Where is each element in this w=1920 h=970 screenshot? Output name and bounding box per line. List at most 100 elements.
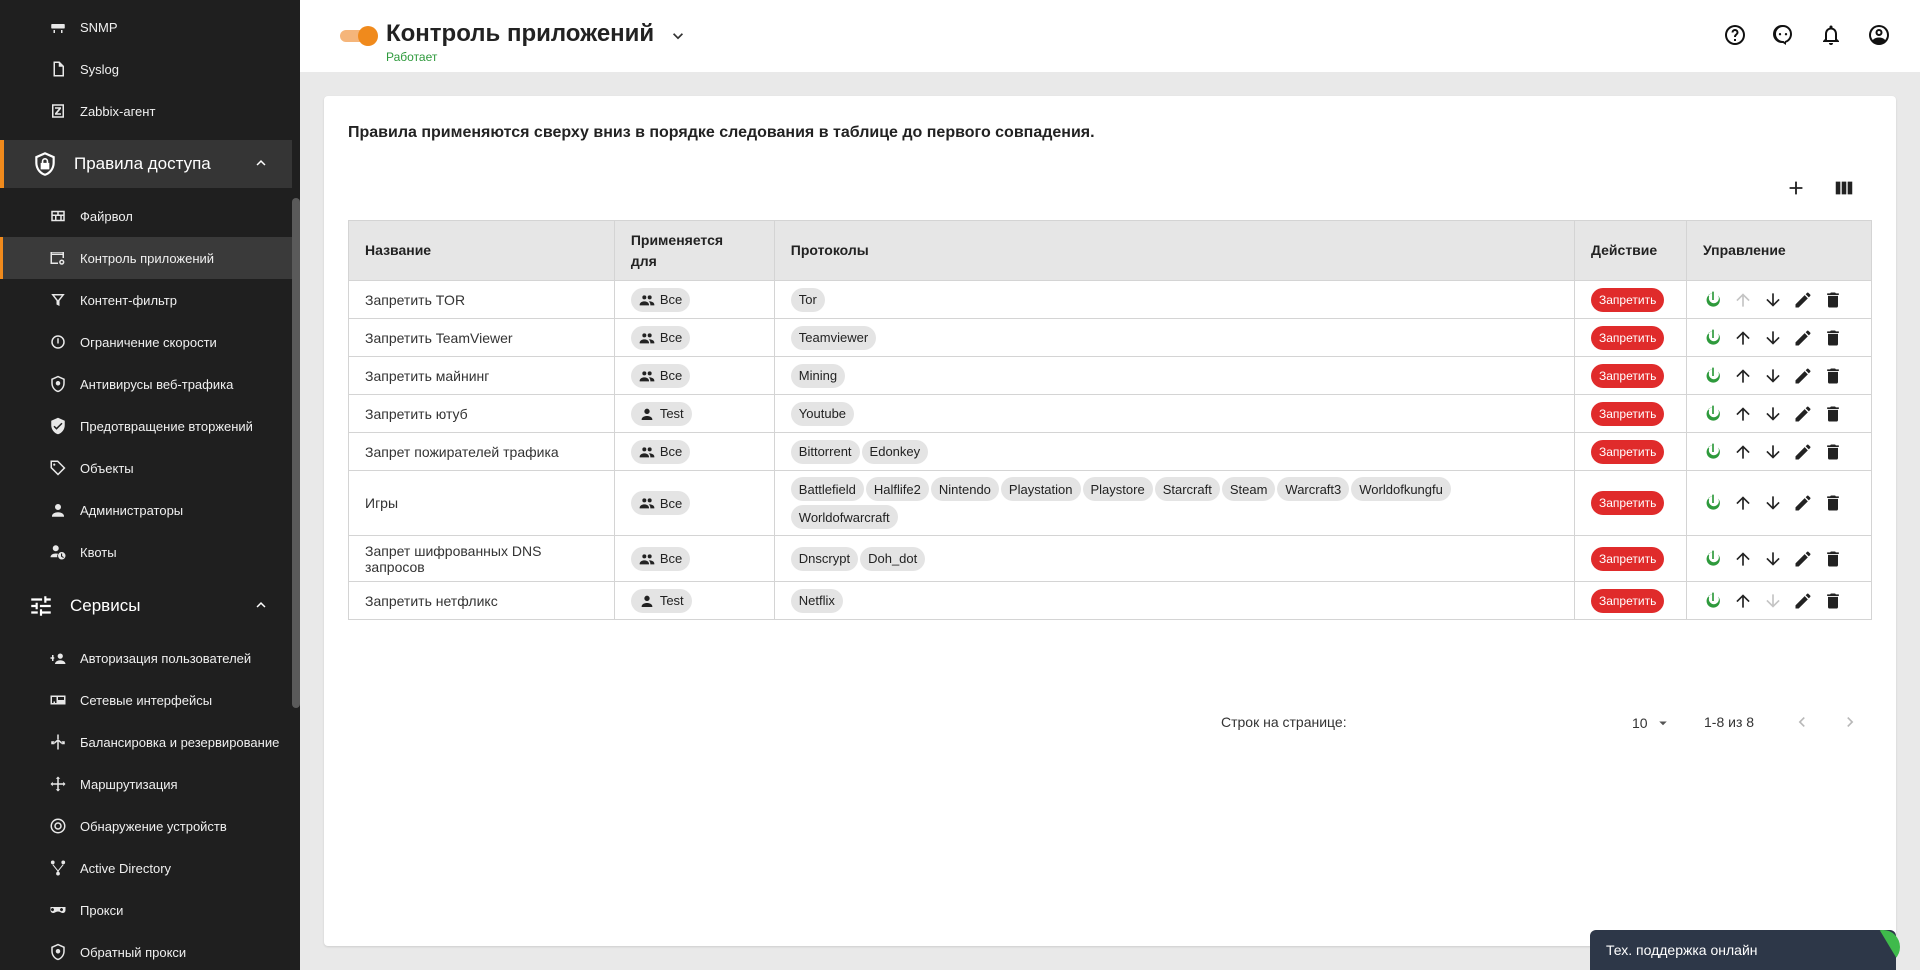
protocol-chip: Edonkey <box>861 439 929 464</box>
arrow-up-icon[interactable] <box>1733 442 1753 462</box>
sidebar-item-quotas[interactable]: Квоты <box>0 531 292 573</box>
support-chat-widget[interactable]: Тех. поддержка онлайн <box>1590 930 1900 970</box>
arrow-up-icon[interactable] <box>1733 290 1753 310</box>
edit-icon[interactable] <box>1793 493 1813 513</box>
power-icon[interactable] <box>1703 493 1723 513</box>
arrow-up-icon[interactable] <box>1733 366 1753 386</box>
sidebar-item-user-auth[interactable]: Авторизация пользователей <box>0 637 292 679</box>
sidebar-item-snmp[interactable]: SNMP <box>0 6 292 48</box>
edit-icon[interactable] <box>1793 549 1813 569</box>
trash-icon[interactable] <box>1823 366 1843 386</box>
support-chat-icon[interactable] <box>1770 22 1796 48</box>
arrow-up-icon[interactable] <box>1733 328 1753 348</box>
power-icon[interactable] <box>1703 328 1723 348</box>
column-header-applies[interactable]: Применяется для <box>613 220 775 281</box>
arrow-down-icon[interactable] <box>1763 591 1783 611</box>
power-icon[interactable] <box>1703 442 1723 462</box>
edit-icon[interactable] <box>1793 442 1813 462</box>
arrow-down-icon[interactable] <box>1763 493 1783 513</box>
power-icon[interactable] <box>1703 290 1723 310</box>
bell-icon[interactable] <box>1818 22 1844 48</box>
applies-chip: Все <box>630 325 691 350</box>
power-icon[interactable] <box>1703 404 1723 424</box>
protocol-chip: Worldofkungfu <box>1351 477 1451 501</box>
power-icon[interactable] <box>1703 549 1723 569</box>
sidebar-item-balancing[interactable]: Балансировка и резервирование <box>0 721 292 763</box>
arrow-down-icon[interactable] <box>1763 549 1783 569</box>
sidebar-item-admins[interactable]: Администраторы <box>0 489 292 531</box>
edit-icon[interactable] <box>1793 404 1813 424</box>
action-badge: Запретить <box>1591 287 1665 312</box>
sidebar-item-label: Прокси <box>80 902 124 918</box>
protocol-chip: Bittorrent <box>790 439 860 464</box>
sidebar-item-web-antivirus[interactable]: Антивирусы веб-трафика <box>0 363 292 405</box>
arrow-up-icon[interactable] <box>1733 591 1753 611</box>
rows-per-page-select[interactable]: 10 <box>1632 714 1672 732</box>
edit-icon[interactable] <box>1793 366 1813 386</box>
account-icon[interactable] <box>1866 22 1892 48</box>
sidebar-group-label: Сервисы <box>70 596 141 615</box>
sidebar-group-access-rules[interactable]: Правила доступа <box>0 140 292 188</box>
sidebar-item-firewall[interactable]: Файрвол <box>0 195 292 237</box>
group-icon <box>639 368 655 384</box>
sidebar-item-label: Контент-фильтр <box>80 292 177 308</box>
arrow-up-icon[interactable] <box>1733 404 1753 424</box>
table-row: Запретить TeamViewer Все Teamviewer Запр… <box>348 318 1873 357</box>
trash-icon[interactable] <box>1823 404 1843 424</box>
chevron-up-icon[interactable] <box>252 596 270 614</box>
arrow-down-icon[interactable] <box>1763 290 1783 310</box>
balance-icon <box>48 732 68 752</box>
trash-icon[interactable] <box>1823 290 1843 310</box>
sidebar-item-objects[interactable]: Объекты <box>0 447 292 489</box>
next-page-button[interactable] <box>1840 712 1860 735</box>
trash-icon[interactable] <box>1823 549 1843 569</box>
edit-icon[interactable] <box>1793 591 1813 611</box>
sidebar-item-device-discovery[interactable]: Обнаружение устройств <box>0 805 292 847</box>
sidebar-item-label: Обнаружение устройств <box>80 818 227 834</box>
trash-icon[interactable] <box>1823 493 1843 513</box>
sidebar-group-services[interactable]: Сервисы <box>0 582 292 630</box>
arrow-up-icon[interactable] <box>1733 493 1753 513</box>
trash-icon[interactable] <box>1823 591 1843 611</box>
service-toggle[interactable] <box>340 26 378 46</box>
arrow-down-icon[interactable] <box>1763 404 1783 424</box>
trash-icon[interactable] <box>1823 442 1843 462</box>
arrow-down-icon[interactable] <box>1763 366 1783 386</box>
power-icon[interactable] <box>1703 366 1723 386</box>
column-header-action[interactable]: Действие <box>1574 220 1687 281</box>
sidebar-item-label: Файрвол <box>80 208 133 224</box>
sidebar-item-network-interfaces[interactable]: Сетевые интерфейсы <box>0 679 292 721</box>
sidebar-item-rate-limit[interactable]: Ограничение скорости <box>0 321 292 363</box>
trash-icon[interactable] <box>1823 328 1843 348</box>
protocol-chip: Netflix <box>790 588 843 613</box>
sidebar-item-active-directory[interactable]: Active Directory <box>0 847 292 889</box>
sidebar-item-reverse-proxy[interactable]: Обратный прокси <box>0 931 292 970</box>
edit-icon[interactable] <box>1793 290 1813 310</box>
edit-icon[interactable] <box>1793 328 1813 348</box>
add-rule-button[interactable] <box>1784 176 1808 200</box>
chevron-down-icon[interactable] <box>668 26 688 46</box>
power-icon[interactable] <box>1703 591 1723 611</box>
sidebar-item-syslog[interactable]: Syslog <box>0 48 292 90</box>
shield-virus-icon <box>48 374 68 394</box>
routing-icon <box>48 774 68 794</box>
prev-page-button[interactable] <box>1792 712 1812 735</box>
chevron-up-icon[interactable] <box>252 154 270 172</box>
arrow-up-icon[interactable] <box>1733 549 1753 569</box>
help-icon[interactable] <box>1722 22 1748 48</box>
columns-button[interactable] <box>1832 176 1856 200</box>
sidebar-item-app-control[interactable]: Контроль приложений <box>0 237 292 279</box>
sidebar-item-intrusion-prevention[interactable]: Предотвращение вторжений <box>0 405 292 447</box>
sidebar-group-label: Правила доступа <box>74 154 211 173</box>
column-header-protocols[interactable]: Протоколы <box>773 220 1576 281</box>
applies-chip: Все <box>630 363 691 388</box>
sidebar-item-content-filter[interactable]: Контент-фильтр <box>0 279 292 321</box>
sidebar-item-routing[interactable]: Маршрутизация <box>0 763 292 805</box>
arrow-down-icon[interactable] <box>1763 328 1783 348</box>
sidebar-item-proxy[interactable]: Прокси <box>0 889 292 931</box>
column-header-name[interactable]: Название <box>348 220 615 281</box>
quota-icon <box>48 542 68 562</box>
sidebar-item-zabbix[interactable]: Zabbix-агент <box>0 90 292 132</box>
arrow-down-icon[interactable] <box>1763 442 1783 462</box>
sidebar-scrollbar[interactable] <box>292 198 300 708</box>
